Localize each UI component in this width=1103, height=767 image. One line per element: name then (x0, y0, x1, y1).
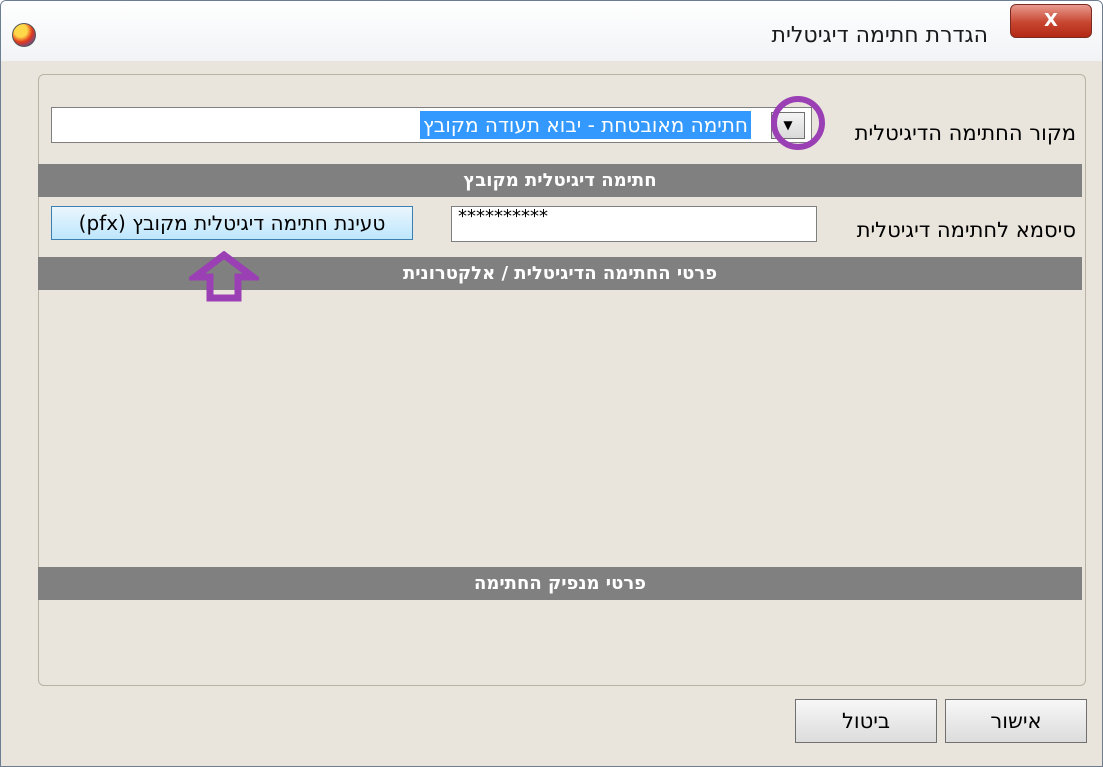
section-header-issuer-details: פרטי מנפיק החתימה (38, 567, 1082, 600)
password-input[interactable]: ********** (451, 206, 817, 242)
source-selected-value: חתימה מאובטחת - יבוא תעודה מקובץ (419, 111, 751, 139)
annotation-circle-icon (771, 96, 825, 150)
load-pfx-button[interactable]: טעינת חתימה דיגיטלית מקובץ (pfx) (51, 206, 413, 240)
close-button[interactable]: X (1010, 4, 1092, 38)
digital-signature-dialog: הגדרת חתימה דיגיטלית X מקור החתימה הדיגי… (0, 0, 1103, 767)
annotation-arrow-icon (189, 251, 259, 302)
window-title: הגדרת חתימה דיגיטלית (771, 23, 988, 48)
app-logo-icon (12, 23, 36, 47)
section-header-file-signature: חתימה דיגיטלית מקובץ (38, 164, 1082, 197)
title-bar: הגדרת חתימה דיגיטלית X (1, 1, 1102, 61)
cancel-button[interactable]: ביטול (795, 699, 937, 743)
password-label: סיסמא לחתימה דיגיטלית (856, 218, 1076, 242)
ok-button[interactable]: אישור (945, 699, 1087, 743)
source-label: מקור החתימה הדיגיטלית (854, 121, 1076, 145)
signature-source-dropdown[interactable]: חתימה מאובטחת - יבוא תעודה מקובץ ▼ (51, 107, 812, 143)
